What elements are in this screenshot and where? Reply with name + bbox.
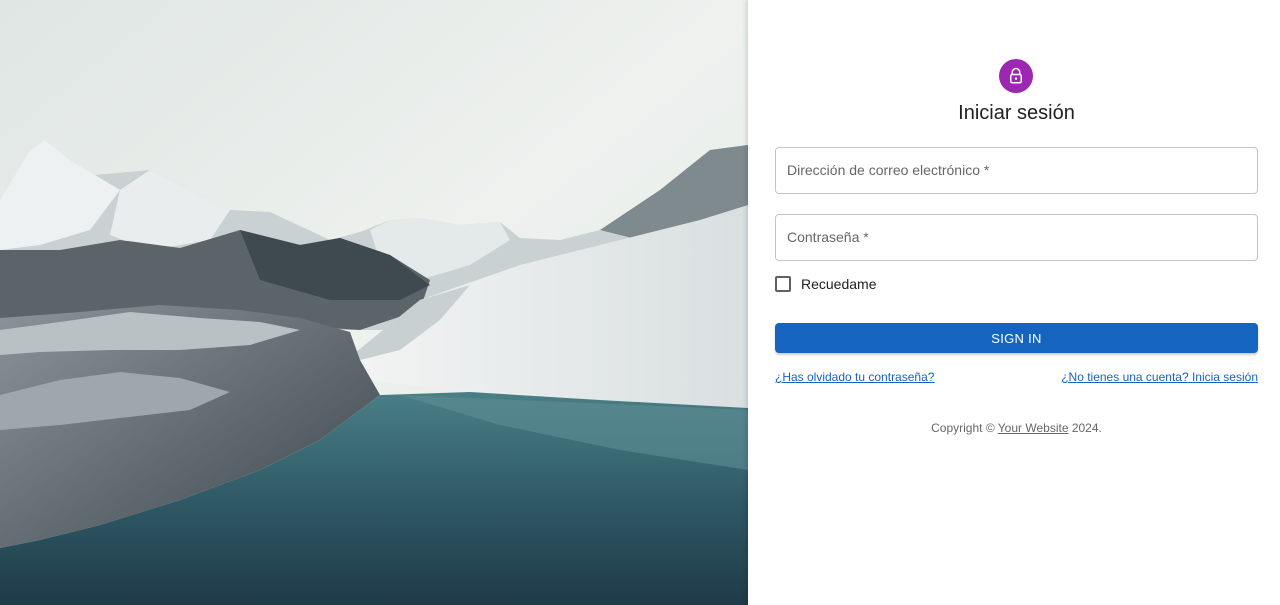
copyright: Copyright © Your Website 2024. [775,421,1258,435]
remember-label[interactable]: Recuedame [801,276,877,292]
hero-image [0,0,748,605]
lock-icon [1010,67,1022,84]
password-field[interactable]: Contraseña * [775,214,1258,261]
website-link[interactable]: Your Website [998,421,1069,435]
copyright-suffix: 2024. [1068,421,1102,435]
sign-up-link[interactable]: ¿No tienes una cuenta? Inicia sesión [1061,370,1258,384]
login-panel: Iniciar sesión Dirección de correo elect… [748,0,1280,605]
remember-me[interactable]: Recuedame [775,276,877,292]
remember-checkbox[interactable] [775,276,791,292]
mountain-lake-illustration [0,0,748,605]
email-field[interactable]: Dirección de correo electrónico * [775,147,1258,194]
forgot-password-link[interactable]: ¿Has olvidado tu contraseña? [775,370,934,384]
login-page: Iniciar sesión Dirección de correo elect… [0,0,1280,605]
copyright-prefix: Copyright © [931,421,998,435]
email-input[interactable] [776,148,1257,193]
page-title: Iniciar sesión [958,102,1075,124]
sign-in-button[interactable]: SIGN IN [775,323,1258,353]
lock-avatar [999,59,1033,93]
password-input[interactable] [776,215,1257,260]
